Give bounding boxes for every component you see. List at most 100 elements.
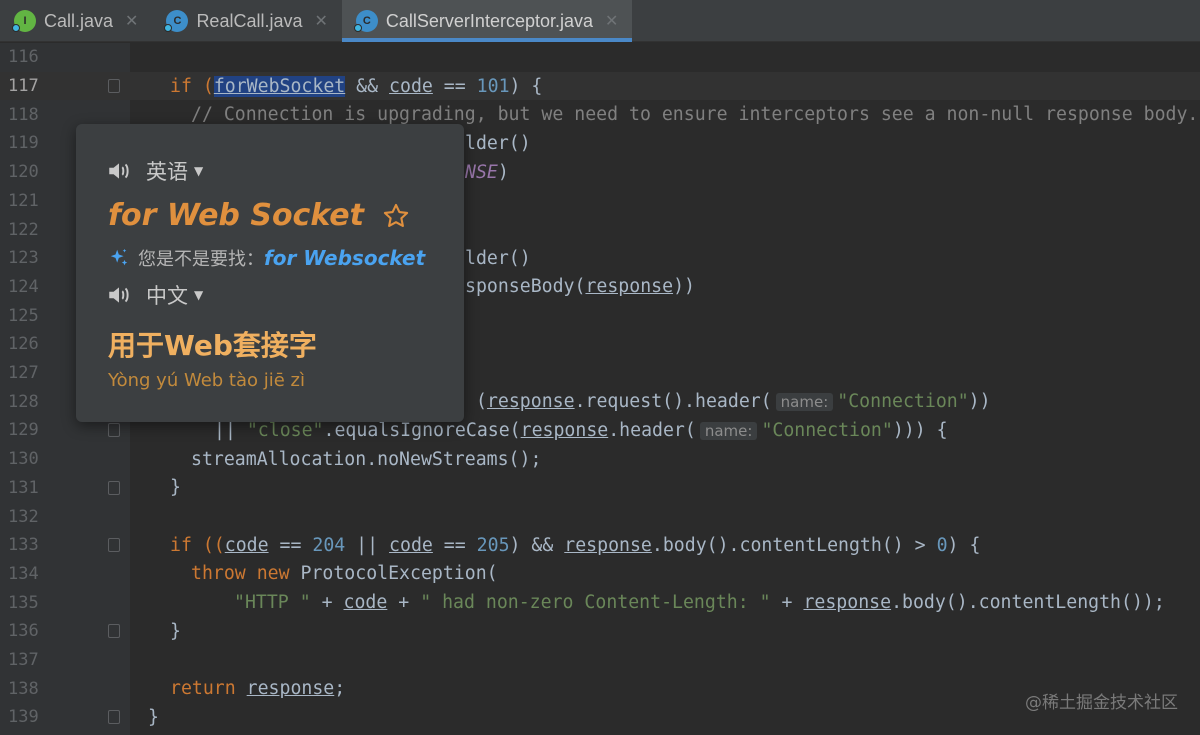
code-line[interactable]: 138 return response; bbox=[0, 674, 1200, 703]
star-icon[interactable] bbox=[382, 202, 410, 230]
source-language-label: 英语 bbox=[146, 160, 188, 184]
line-number: 129 bbox=[8, 420, 39, 441]
watermark: @稀土掘金技术社区 bbox=[1025, 693, 1178, 713]
suggestion-link[interactable]: for Websocket bbox=[264, 246, 425, 270]
line-number: 118 bbox=[8, 104, 39, 125]
punctuation: )) bbox=[673, 276, 695, 298]
code-line[interactable]: 131 } bbox=[0, 474, 1200, 503]
code-text: } bbox=[170, 620, 181, 642]
punctuation: )) bbox=[968, 391, 991, 413]
fold-marker-icon[interactable] bbox=[108, 538, 120, 553]
line-number: 127 bbox=[8, 363, 39, 384]
line-number: 120 bbox=[8, 162, 39, 183]
fold-marker-icon[interactable] bbox=[108, 480, 120, 495]
line-number: 132 bbox=[8, 506, 39, 527]
line-number: 130 bbox=[8, 449, 39, 470]
code-text: "HTTP " + code + " had non-zero Content-… bbox=[234, 592, 1165, 613]
tab-callserverinterceptor-java[interactable]: C CallServerInterceptor.java ✕ bbox=[341, 0, 633, 42]
chevron-down-icon: ▼ bbox=[194, 164, 204, 178]
line-number: 137 bbox=[8, 650, 39, 671]
identifier: response bbox=[803, 592, 892, 614]
identifier: response bbox=[486, 391, 575, 413]
close-icon[interactable]: ✕ bbox=[605, 11, 618, 31]
parameter-hint: name: bbox=[699, 421, 758, 440]
speaker-icon[interactable] bbox=[106, 158, 132, 184]
tab-realcall-java[interactable]: C RealCall.java ✕ bbox=[152, 0, 341, 42]
fold-marker-icon[interactable] bbox=[108, 423, 120, 438]
code-text: } bbox=[148, 706, 159, 728]
keyword: if (( bbox=[170, 534, 225, 556]
punctuation: ; bbox=[334, 678, 346, 700]
close-icon[interactable]: ✕ bbox=[315, 11, 328, 31]
code-line-current[interactable]: 117 if (forWebSocket && code == 101) { bbox=[0, 71, 1200, 101]
did-you-mean: 您是不是要找： for Websocket bbox=[108, 245, 425, 271]
line-number: 122 bbox=[8, 219, 39, 240]
tab-call-java[interactable]: I Call.java ✕ bbox=[0, 0, 152, 42]
code-line[interactable]: 137 bbox=[0, 646, 1200, 675]
tab-label: CallServerInterceptor.java bbox=[385, 10, 594, 31]
code-text: streamAllocation.noNewStreams(); bbox=[191, 448, 542, 470]
number-literal: 0 bbox=[936, 534, 948, 556]
fold-marker-icon[interactable] bbox=[108, 710, 120, 725]
line-number: 136 bbox=[8, 621, 39, 642]
string-literal: "close" bbox=[246, 419, 324, 441]
source-language-selector[interactable]: 英语 ▼ bbox=[106, 156, 203, 186]
fold-marker-icon[interactable] bbox=[108, 624, 120, 639]
identifier: response bbox=[246, 678, 335, 700]
method-call: .body().contentLength() > bbox=[651, 534, 937, 556]
code-line[interactable]: 134 throw new ProtocolException( bbox=[0, 560, 1200, 589]
method-call: .request(). bbox=[574, 391, 696, 413]
identifier: response bbox=[585, 276, 674, 298]
translation-text: 用于Web套接字 bbox=[108, 329, 317, 362]
number-literal: 204 bbox=[312, 534, 346, 556]
parameter-hint: name: bbox=[775, 393, 834, 412]
line-number: 138 bbox=[8, 678, 39, 699]
operator: + bbox=[310, 592, 344, 614]
code-text: return response; bbox=[170, 678, 345, 699]
line-number: 125 bbox=[8, 305, 39, 326]
line-number: 133 bbox=[8, 535, 39, 556]
identifier-part: for bbox=[213, 75, 247, 97]
number-literal: 101 bbox=[476, 75, 510, 97]
string-literal: "HTTP " bbox=[234, 592, 311, 614]
code-text: NSE) bbox=[465, 162, 509, 183]
code-text: (response.request().header(name: "Connect… bbox=[476, 391, 991, 412]
line-number: 131 bbox=[8, 477, 39, 498]
tab-label: RealCall.java bbox=[196, 10, 303, 31]
selected-identifier[interactable]: forWebSocket bbox=[213, 75, 346, 97]
code-text: if (forWebSocket && code == 101) { bbox=[170, 75, 542, 97]
class-icon: C bbox=[164, 10, 189, 32]
keyword: throw new bbox=[191, 563, 290, 585]
code-text: } bbox=[170, 477, 181, 499]
target-language-label: 中文 bbox=[146, 284, 188, 308]
code-line[interactable]: 139 } bbox=[0, 703, 1200, 732]
identifier: code bbox=[389, 534, 433, 556]
fold-marker-icon[interactable] bbox=[108, 79, 120, 94]
code-line[interactable]: 116 bbox=[0, 43, 1200, 72]
did-you-mean-prefix: 您是不是要找： bbox=[138, 249, 264, 270]
chevron-down-icon: ▼ bbox=[194, 288, 204, 302]
code-line[interactable]: 130 streamAllocation.noNewStreams(); bbox=[0, 445, 1200, 474]
number-literal: 205 bbox=[476, 534, 510, 556]
keyword: return bbox=[170, 678, 236, 700]
translation-popup: 英语 ▼ for Web Socket 您是不是要找： for Websocke… bbox=[76, 124, 464, 422]
class-name: ProtocolException( bbox=[289, 563, 498, 585]
speaker-icon[interactable] bbox=[106, 282, 132, 308]
line-number: 126 bbox=[8, 334, 39, 355]
punctuation: ( bbox=[476, 391, 487, 413]
close-icon[interactable]: ✕ bbox=[125, 11, 138, 31]
target-language-selector[interactable]: 中文 ▼ bbox=[106, 280, 203, 310]
code-line[interactable]: 132 bbox=[0, 502, 1200, 531]
line-number: 134 bbox=[8, 563, 39, 584]
operator: == bbox=[432, 534, 477, 556]
code-line[interactable]: 133 if ((code == 204 || code == 205) && … bbox=[0, 531, 1200, 560]
identifier: code bbox=[224, 534, 269, 556]
query-word: for Web Socket bbox=[108, 198, 410, 233]
code-text: || "close".equalsIgnoreCase(response.hea… bbox=[214, 420, 948, 441]
operator: ) && bbox=[509, 534, 565, 556]
code-text: throw new ProtocolException( bbox=[191, 563, 498, 584]
code-line[interactable]: 135 "HTTP " + code + " had non-zero Cont… bbox=[0, 588, 1200, 617]
query-word-text: for Web Socket bbox=[108, 198, 364, 233]
punctuation: ) { bbox=[947, 534, 981, 556]
code-line[interactable]: 136 } bbox=[0, 617, 1200, 646]
